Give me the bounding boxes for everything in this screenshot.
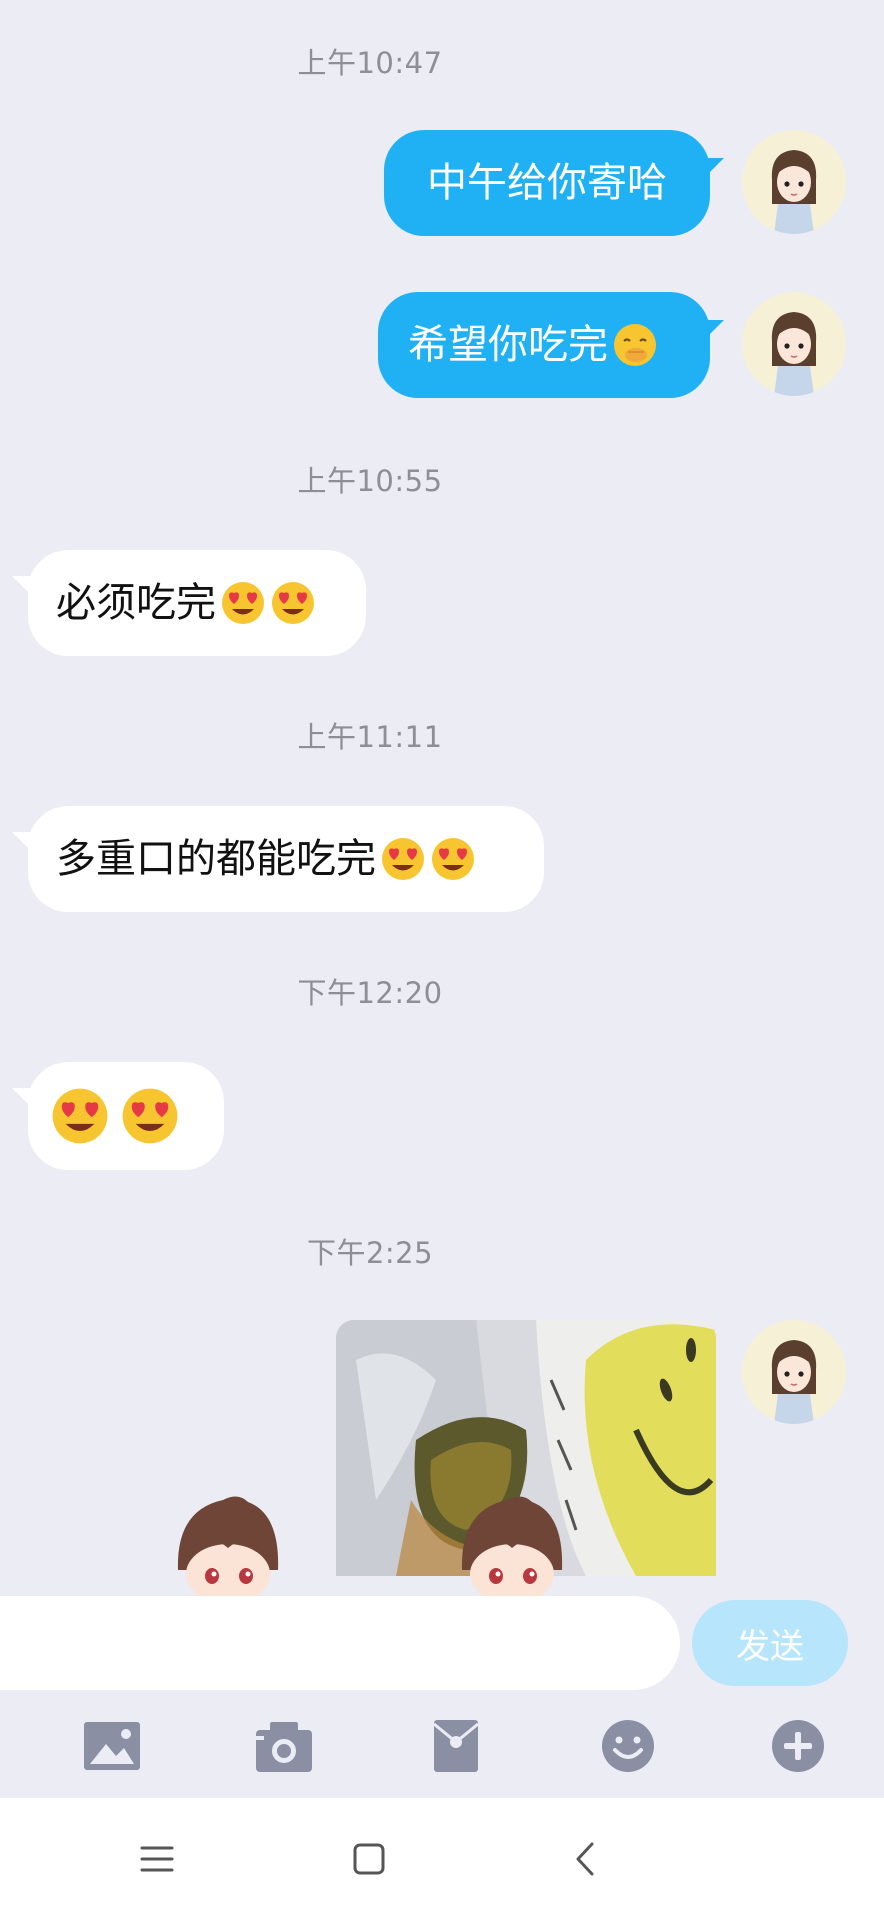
bubble-tail — [702, 158, 724, 180]
heart-eyes-emoji-icon — [122, 1088, 178, 1144]
bubble-tail — [702, 320, 724, 342]
peeking-boy-sticker — [177, 1496, 279, 1600]
system-nav-bar — [0, 1798, 884, 1920]
peeking-boy-sticker — [461, 1496, 563, 1600]
chat-area[interactable]: 上午10:47 中午给你寄哈 希望你吃完 上午10:55 必须吃完 上午11:1… — [0, 0, 884, 1600]
message-text: 必须吃完 — [56, 580, 216, 626]
message-bubble-incoming[interactable]: 必须吃完 — [28, 550, 366, 656]
red-packet-icon[interactable] — [426, 1718, 486, 1774]
avatar-girl-icon — [742, 1320, 846, 1424]
avatar[interactable] — [742, 130, 846, 234]
timestamp: 上午10:55 — [297, 464, 443, 498]
input-bar: 发送 — [0, 1596, 884, 1692]
avatar[interactable] — [742, 292, 846, 396]
timestamp: 上午11:11 — [297, 720, 443, 754]
chat-toolbar — [0, 1700, 884, 1796]
message-text: 希望你吃完 — [408, 322, 608, 368]
timestamp: 上午10:47 — [297, 46, 443, 80]
timestamp: 下午12:20 — [297, 976, 443, 1010]
heart-eyes-emoji-icon — [272, 582, 314, 624]
avatar[interactable] — [742, 1320, 846, 1424]
message-bubble-incoming[interactable] — [28, 1062, 224, 1170]
avatar-girl-icon — [742, 292, 846, 396]
back-icon[interactable] — [562, 1834, 612, 1884]
message-bubble-outgoing[interactable]: 中午给你寄哈 — [384, 130, 710, 236]
plus-icon[interactable] — [768, 1718, 828, 1774]
heart-eyes-emoji-icon — [432, 838, 474, 880]
hand-over-mouth-emoji-icon — [614, 324, 656, 366]
heart-eyes-emoji-icon — [222, 582, 264, 624]
message-bubble-incoming[interactable]: 多重口的都能吃完 — [28, 806, 544, 912]
heart-eyes-emoji-icon — [382, 838, 424, 880]
menu-icon[interactable] — [132, 1834, 182, 1884]
message-bubble-outgoing[interactable]: 希望你吃完 — [378, 292, 710, 398]
heart-eyes-emoji-icon — [52, 1088, 108, 1144]
message-input[interactable] — [0, 1596, 680, 1690]
message-text: 多重口的都能吃完 — [56, 836, 376, 882]
camera-icon[interactable] — [254, 1718, 314, 1774]
timestamp: 下午2:25 — [306, 1236, 434, 1270]
message-text: 中午给你寄哈 — [427, 160, 667, 206]
emoji-icon[interactable] — [598, 1718, 658, 1774]
home-icon[interactable] — [344, 1834, 394, 1884]
image-icon[interactable] — [82, 1718, 142, 1774]
avatar-girl-icon — [742, 130, 846, 234]
send-button[interactable]: 发送 — [692, 1600, 848, 1686]
